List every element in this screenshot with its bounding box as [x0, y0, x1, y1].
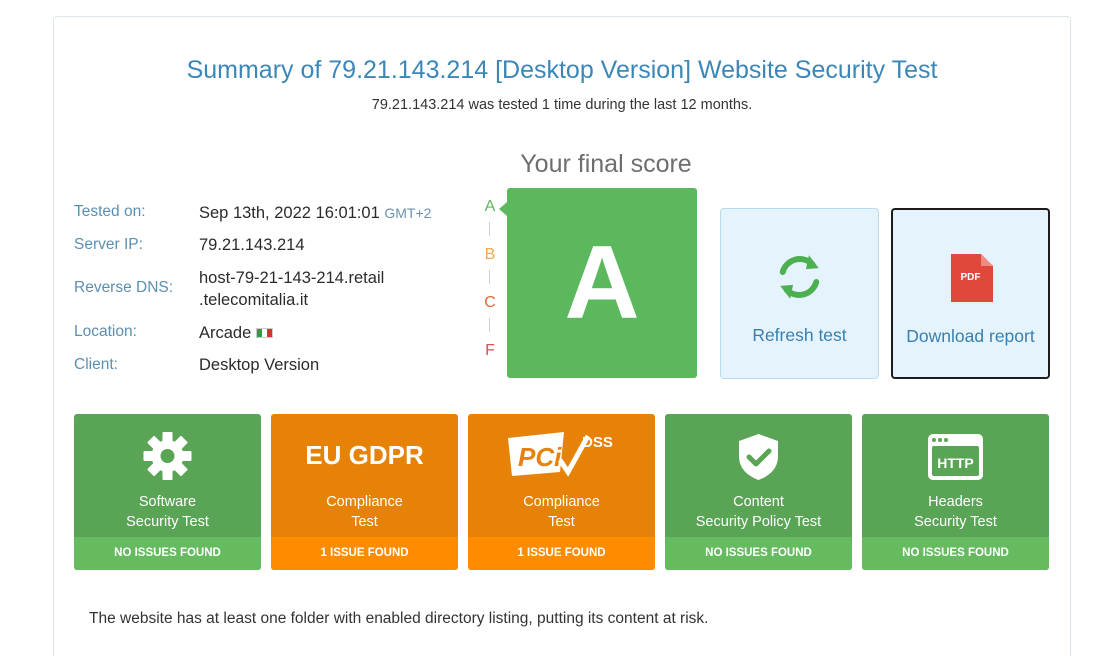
tile-status: 1 ISSUE FOUND: [271, 537, 458, 570]
location-value: Arcade: [199, 322, 274, 344]
tile-name-line2: Security Test: [126, 514, 209, 530]
tested-on-label: Tested on:: [74, 203, 146, 220]
server-ip-value: 79.21.143.214: [199, 236, 305, 254]
timezone: GMT+2: [384, 205, 432, 221]
tile-name-line1: Content: [733, 494, 784, 510]
eu-gdpr-logo: EU GDPR: [305, 440, 424, 470]
tile-status: 1 ISSUE FOUND: [468, 537, 655, 570]
tile-name: Compliance Test: [468, 492, 655, 532]
tile-name-line1: Headers: [928, 494, 983, 510]
page-subtitle: 79.21.143.214 was tested 1 time during t…: [371, 97, 753, 113]
page-title: Summary of 79.21.143.214 [Desktop Versio…: [186, 56, 938, 84]
tile-name: Compliance Test: [271, 492, 458, 532]
gear-icon: [143, 432, 192, 480]
tile-name-line1: Software: [138, 494, 197, 510]
tile-name-line2: Security Test: [914, 514, 997, 530]
tile-status: NO ISSUES FOUND: [862, 537, 1049, 570]
headers-security-test-tile[interactable]: HTTP Headers Security Test NO ISSUES FOUN…: [862, 414, 1049, 570]
final-grade: A: [507, 188, 697, 378]
grade-scale: A B C F: [480, 196, 504, 366]
tile-name-line2: Security Policy Test: [695, 514, 822, 530]
scale-grade-a: A: [484, 198, 496, 215]
reverse-dns-line1: host-79-21-143-214.retail: [199, 269, 385, 287]
tile-name: Headers Security Test: [862, 492, 1049, 532]
reverse-dns-value: host-79-21-143-214.retail .telecomitalia…: [199, 267, 384, 311]
tile-name-line2: Test: [351, 514, 378, 530]
download-report-button[interactable]: PDF Download report: [891, 208, 1050, 379]
scale-grade-b: B: [484, 246, 496, 263]
pci-dss-compliance-test-tile[interactable]: PCi DSS Compliance Test 1 ISSUE FOUND: [468, 414, 655, 570]
dss-label: DSS: [582, 434, 613, 451]
content-security-policy-test-tile[interactable]: Content Security Policy Test NO ISSUES FO…: [665, 414, 852, 570]
client-label: Client:: [74, 356, 118, 373]
scale-divider: [489, 270, 490, 284]
tile-name-line1: Compliance: [326, 494, 403, 510]
server-ip-label: Server IP:: [74, 236, 143, 253]
tile-status: NO ISSUES FOUND: [665, 537, 852, 570]
location-text: Arcade: [199, 324, 252, 342]
scale-divider: [489, 318, 490, 332]
summary-message: The website has at least one folder with…: [89, 610, 709, 627]
scale-grade-f: F: [485, 342, 495, 359]
reverse-dns-line2: .telecomitalia.it: [199, 291, 309, 309]
italy-flag-icon: [256, 328, 274, 338]
location-label: Location:: [74, 323, 137, 340]
pci-dss-logo: PCi: [508, 432, 591, 477]
reverse-dns-label: Reverse DNS:: [74, 279, 174, 296]
http-label: HTTP: [937, 455, 974, 471]
refresh-test-label: Refresh test: [752, 325, 847, 345]
tile-name: Software Security Test: [74, 492, 261, 532]
refresh-test-button[interactable]: Refresh test: [720, 208, 879, 379]
tile-status: NO ISSUES FOUND: [74, 537, 261, 570]
scale-grade-c: C: [484, 294, 496, 311]
download-report-label: Download report: [906, 326, 1035, 346]
pdf-label: PDF: [960, 272, 981, 283]
tile-name: Content Security Policy Test: [665, 492, 852, 532]
software-security-test-tile[interactable]: Software Security Test NO ISSUES FOUND: [74, 414, 261, 570]
refresh-icon: [779, 255, 820, 299]
grade-pointer-icon: [499, 202, 507, 216]
score-title: Your final score: [520, 150, 692, 178]
svg-text:PCi: PCi: [518, 442, 562, 472]
tile-name-line1: Compliance: [523, 494, 600, 510]
scale-divider: [489, 222, 490, 236]
shield-check-icon: [739, 434, 778, 480]
eu-gdpr-compliance-test-tile[interactable]: EU GDPR Compliance Test 1 ISSUE FOUND: [271, 414, 458, 570]
client-value: Desktop Version: [199, 356, 320, 374]
tested-on-value: Sep 13th, 2022 16:01:01 GMT+2: [199, 202, 431, 224]
tile-name-line2: Test: [548, 514, 575, 530]
tested-on-date: Sep 13th, 2022 16:01:01: [199, 204, 380, 222]
